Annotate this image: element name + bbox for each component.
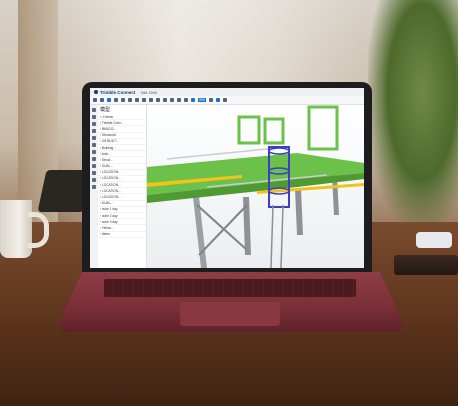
tree-list: < 4 items › Trimble Conn... › BM1012... … [98, 114, 146, 238]
trimble-logo-icon [94, 90, 98, 95]
visibility-icon[interactable] [156, 98, 160, 102]
todo-icon[interactable] [92, 136, 96, 140]
app-brand[interactable]: Trimble Connect [94, 90, 135, 95]
attachments-icon[interactable] [92, 150, 96, 154]
layers-icon[interactable] [163, 98, 167, 102]
help-icon[interactable] [92, 185, 96, 189]
camera-icon[interactable] [177, 98, 181, 102]
home-icon[interactable] [100, 98, 104, 102]
history-icon[interactable] [92, 157, 96, 161]
count-badge: 999 [198, 98, 206, 102]
orbit-icon[interactable] [121, 98, 125, 102]
upper-frame [237, 115, 261, 145]
panel-title: 模型 [100, 107, 111, 113]
tools-icon[interactable] [92, 178, 96, 182]
views-list-icon[interactable] [92, 129, 96, 133]
ladder-cage-ring [268, 147, 290, 155]
laptop-trackpad [180, 302, 280, 326]
cup [416, 232, 452, 248]
markup-icon[interactable] [149, 98, 153, 102]
upper-frame [263, 117, 285, 145]
coffee-mug-handle [28, 212, 49, 248]
notebook [394, 255, 458, 275]
plant [368, 0, 458, 230]
project-name[interactable]: BM 2000 [141, 90, 157, 95]
laptop-screen: Trimble Connect BM 2000 999 模型 < 4 items… [90, 88, 364, 268]
zoom-icon[interactable] [128, 98, 132, 102]
3d-viewport[interactable] [147, 105, 364, 268]
filter-icon[interactable] [92, 164, 96, 168]
section-icon[interactable] [135, 98, 139, 102]
measure-icon[interactable] [142, 98, 146, 102]
ladder-rail [280, 204, 284, 268]
views-icon[interactable] [191, 98, 195, 102]
pan-icon[interactable] [114, 98, 118, 102]
brand-text: Trimble Connect [100, 89, 136, 95]
more-icon[interactable] [222, 98, 227, 102]
tree-item[interactable]: › Items [98, 232, 146, 238]
tree-icon[interactable] [92, 115, 96, 119]
select-icon[interactable] [107, 98, 111, 102]
laptop-keyboard [104, 279, 356, 297]
steel-structure-model [147, 105, 364, 268]
share-icon[interactable] [208, 98, 213, 102]
clip-icon[interactable] [170, 98, 174, 102]
model-tree-panel: 模型 < 4 items › Trimble Conn... › BM1012.… [98, 105, 147, 268]
layers-panel-icon[interactable] [92, 171, 96, 175]
steel-column [295, 189, 303, 235]
viewer-toolbar: 999 [90, 96, 364, 105]
search-icon[interactable] [92, 122, 96, 126]
models-icon[interactable] [92, 108, 96, 112]
upper-frame [307, 105, 339, 151]
clash-icon[interactable] [92, 143, 96, 147]
properties-icon[interactable] [184, 98, 188, 102]
ladder-rail [270, 204, 274, 268]
settings-icon[interactable] [215, 98, 220, 102]
menu-icon[interactable] [93, 98, 97, 102]
